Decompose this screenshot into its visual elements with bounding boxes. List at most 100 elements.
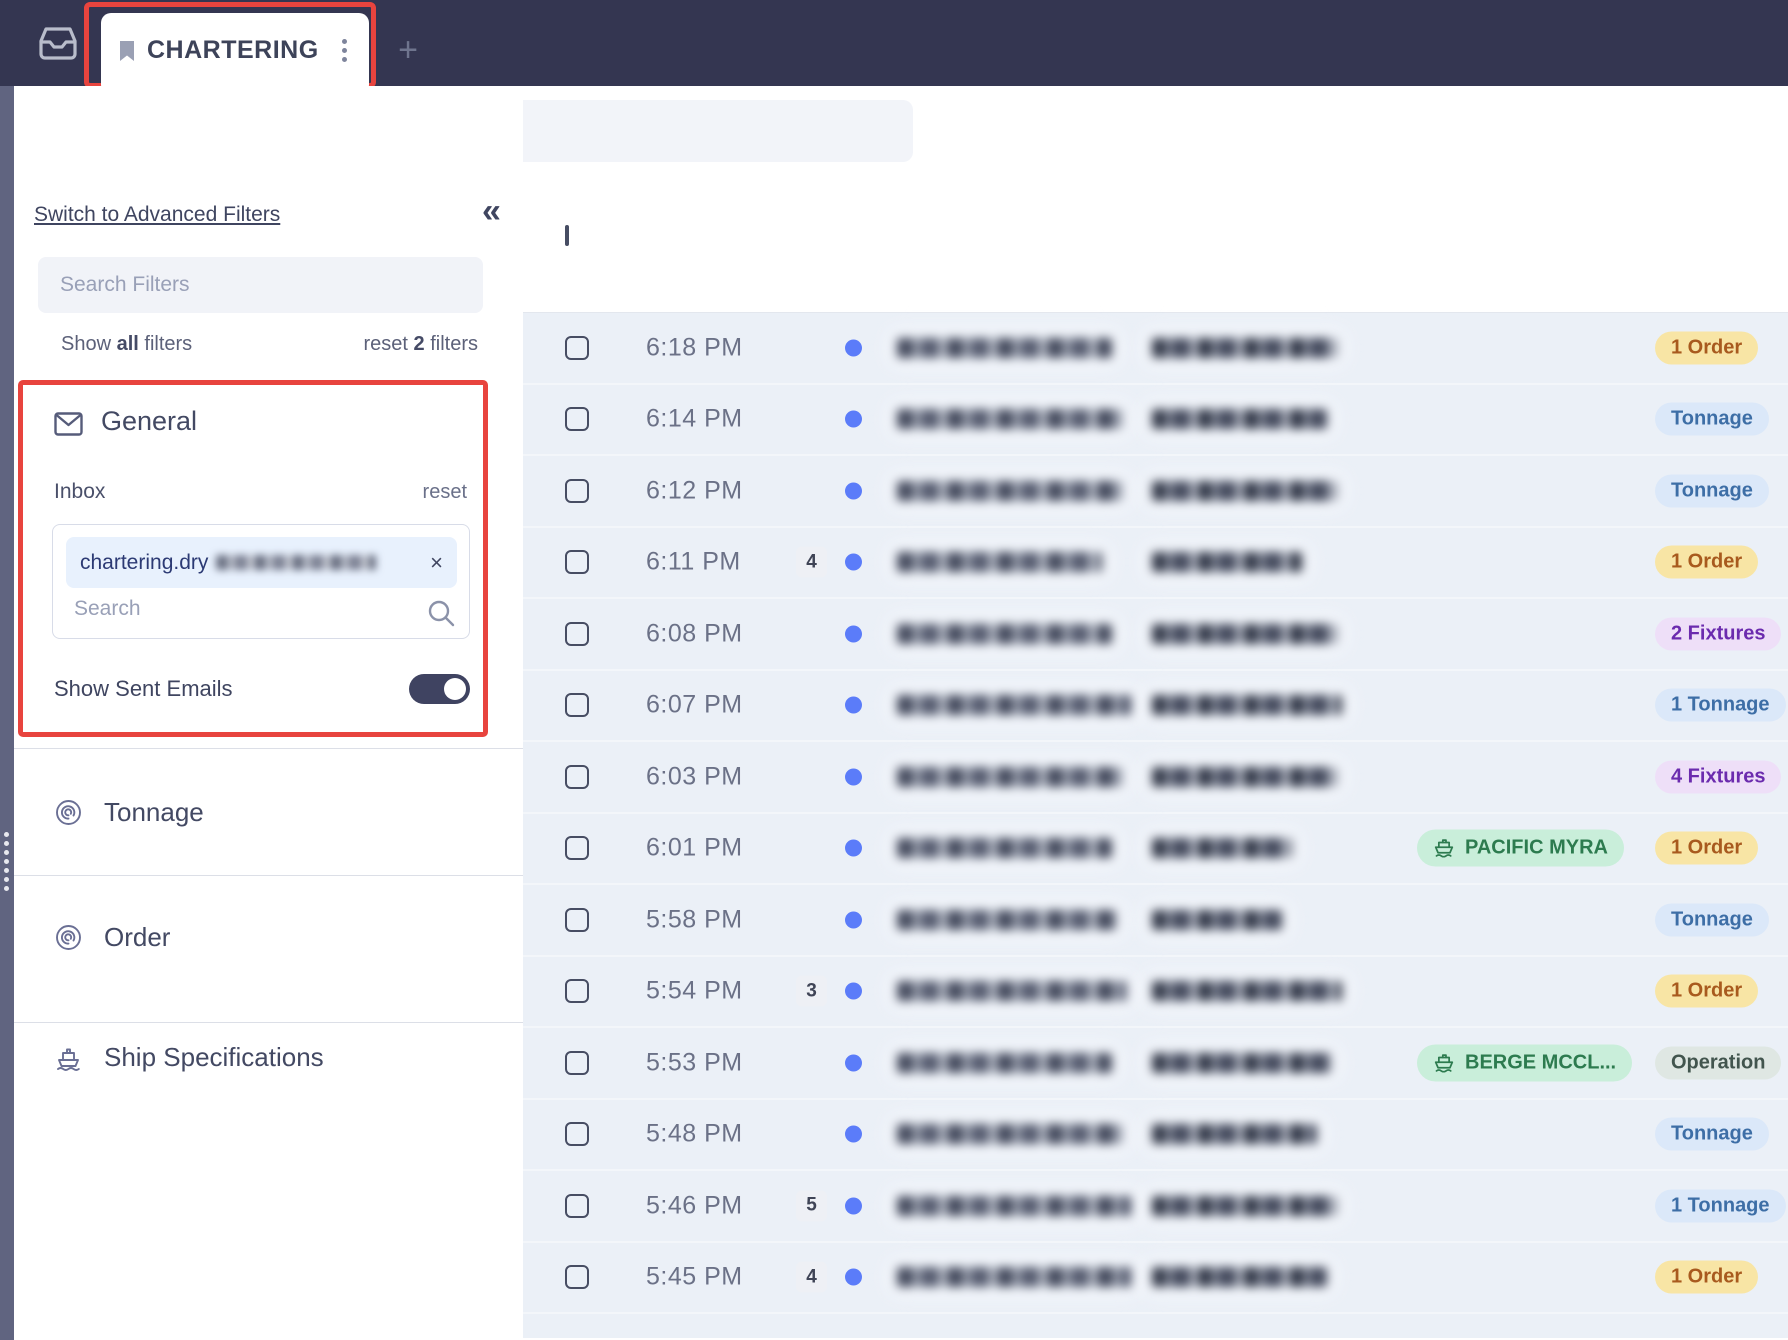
inbox-reset-link[interactable]: reset [423,481,467,504]
email-type-badge[interactable]: 1 Order [1655,831,1759,865]
tab-chartering[interactable]: CHARTERING [101,13,369,88]
ship-icon [1433,1053,1455,1073]
table-row[interactable]: 5:46 PM 5 1 Tonnage [523,1171,1788,1243]
email-type-badge[interactable]: Tonnage [1655,402,1769,436]
email-type-badge[interactable]: Operation [1655,1046,1782,1080]
inbox-search-input[interactable] [74,597,404,621]
drag-handle-dot [4,859,9,864]
email-type-badge[interactable]: 1 Order [1655,1260,1759,1294]
row-checkbox[interactable] [565,764,589,789]
search-icon [427,599,455,627]
email-type-badge[interactable]: 1 Tonnage [1655,688,1786,722]
email-table: 6:18 PM 1 Order 6:14 PM Tonnage 6:12 PM Tonna… [523,191,1788,1340]
vessel-tag[interactable]: PACIFIC MYRA [1417,829,1624,867]
row-time: 5:54 PM [646,976,743,1005]
table-row[interactable]: 6:01 PM PACIFIC MYRA 1 Order [523,813,1788,885]
add-tab-button[interactable]: + [393,33,423,67]
subject-redacted [1152,981,1342,1002]
filters-sidebar: Switch to Advanced Filters « Show all fi… [14,86,523,1340]
row-checkbox[interactable] [565,907,589,932]
table-row[interactable]: 6:11 PM 4 1 Order [523,527,1788,599]
show-sent-emails-label: Show Sent Emails [54,676,233,701]
drag-handle-dot [4,886,9,891]
from-redacted [897,480,1122,501]
table-row[interactable]: 6:07 PM 1 Tonnage [523,670,1788,742]
switch-advanced-filters-link[interactable]: Switch to Advanced Filters [34,203,280,227]
inbox-tray-icon[interactable] [37,25,79,63]
row-checkbox[interactable] [565,550,589,575]
unread-dot-icon [845,696,862,714]
email-type-badge[interactable]: Tonnage [1655,903,1769,937]
email-type-badge[interactable]: Tonnage [1655,474,1769,508]
unread-dot-icon [845,1268,862,1286]
table-row[interactable]: 6:03 PM 4 Fixtures [523,742,1788,814]
row-time: 5:46 PM [646,1191,743,1220]
drag-handle-dot [4,877,9,882]
spiral-icon [55,924,82,951]
row-checkbox[interactable] [565,693,589,718]
drag-handle-dot [4,832,9,837]
email-type-badge[interactable]: 1 Tonnage [1655,1189,1786,1223]
remove-chip-icon[interactable]: × [430,550,443,576]
row-time: 5:58 PM [646,905,743,934]
general-section-title[interactable]: General [101,406,197,437]
subject-redacted [1152,480,1337,501]
inbox-chip-label: chartering.dry [80,550,209,574]
sidebar-section-ship-specifications[interactable]: Ship Specifications [55,1042,324,1073]
unread-dot-icon [845,1054,862,1072]
table-row[interactable]: 6:12 PM Tonnage [523,456,1788,528]
email-type-badge[interactable]: 1 Order [1655,545,1759,579]
subject-redacted [1152,1124,1317,1145]
subject-redacted [1152,1052,1332,1073]
thread-count-badge: 5 [796,1190,827,1222]
row-checkbox[interactable] [565,478,589,503]
table-row[interactable]: 6:14 PM Tonnage [523,384,1788,456]
row-checkbox[interactable] [565,621,589,646]
inbox-chip[interactable]: chartering.dry × [66,537,457,588]
row-time: 5:53 PM [646,1048,743,1077]
section-divider [14,875,523,876]
row-checkbox[interactable] [565,1193,589,1218]
table-row[interactable]: 5:48 PM Tonnage [523,1099,1788,1171]
email-type-badge[interactable]: 1 Order [1655,331,1759,365]
collapse-sidebar-icon[interactable]: « [482,192,501,231]
sidebar-section-tonnage[interactable]: Tonnage [55,797,204,828]
table-row[interactable]: 6:18 PM 1 Order [523,313,1788,385]
table-row[interactable]: 5:54 PM 3 1 Order [523,956,1788,1028]
from-redacted [897,623,1112,644]
row-checkbox[interactable] [565,1050,589,1075]
row-checkbox[interactable] [565,836,589,861]
reset-filters-link[interactable]: reset 2 filters [364,333,479,356]
general-section-highlighted: General Inbox reset chartering.dry × Sho… [18,380,488,737]
subject-redacted [1152,1267,1327,1288]
panel-resize-strip[interactable] [0,86,14,1340]
tab-menu-kebab-icon[interactable] [338,35,351,66]
table-row[interactable]: 5:58 PM Tonnage [523,885,1788,957]
row-checkbox[interactable] [565,335,589,360]
email-type-badge[interactable]: Tonnage [1655,1117,1769,1151]
row-checkbox[interactable] [565,1122,589,1147]
email-type-badge[interactable]: 1 Order [1655,974,1759,1008]
subject-redacted [1152,552,1302,573]
show-all-filters-link[interactable]: Show all filters [61,333,192,356]
table-row[interactable]: 6:08 PM 2 Fixtures [523,599,1788,671]
vessel-tag[interactable]: BERGE MCCL... [1417,1044,1633,1082]
show-sent-emails-toggle[interactable] [409,674,470,704]
row-checkbox[interactable] [565,407,589,432]
from-redacted [897,695,1132,716]
select-all-checkbox[interactable] [565,225,569,246]
from-redacted [897,838,1112,859]
inbox-filter-label: Inbox [54,480,106,503]
sidebar-section-order[interactable]: Order [55,922,170,953]
email-type-badge[interactable]: 2 Fixtures [1655,617,1782,651]
spiral-icon [55,799,82,826]
search-filters-input[interactable] [38,257,483,313]
row-checkbox[interactable] [565,1265,589,1290]
table-row[interactable]: 5:53 PM BERGE MCCL... Operation [523,1028,1788,1100]
email-type-badge[interactable]: 4 Fixtures [1655,760,1782,794]
bookmark-icon [119,40,135,62]
table-row[interactable]: 5:45 PM 4 1 Order [523,1242,1788,1314]
inbox-chip-redacted [216,555,377,570]
row-checkbox[interactable] [565,979,589,1004]
inbox-filter-field[interactable]: chartering.dry × [52,524,470,639]
